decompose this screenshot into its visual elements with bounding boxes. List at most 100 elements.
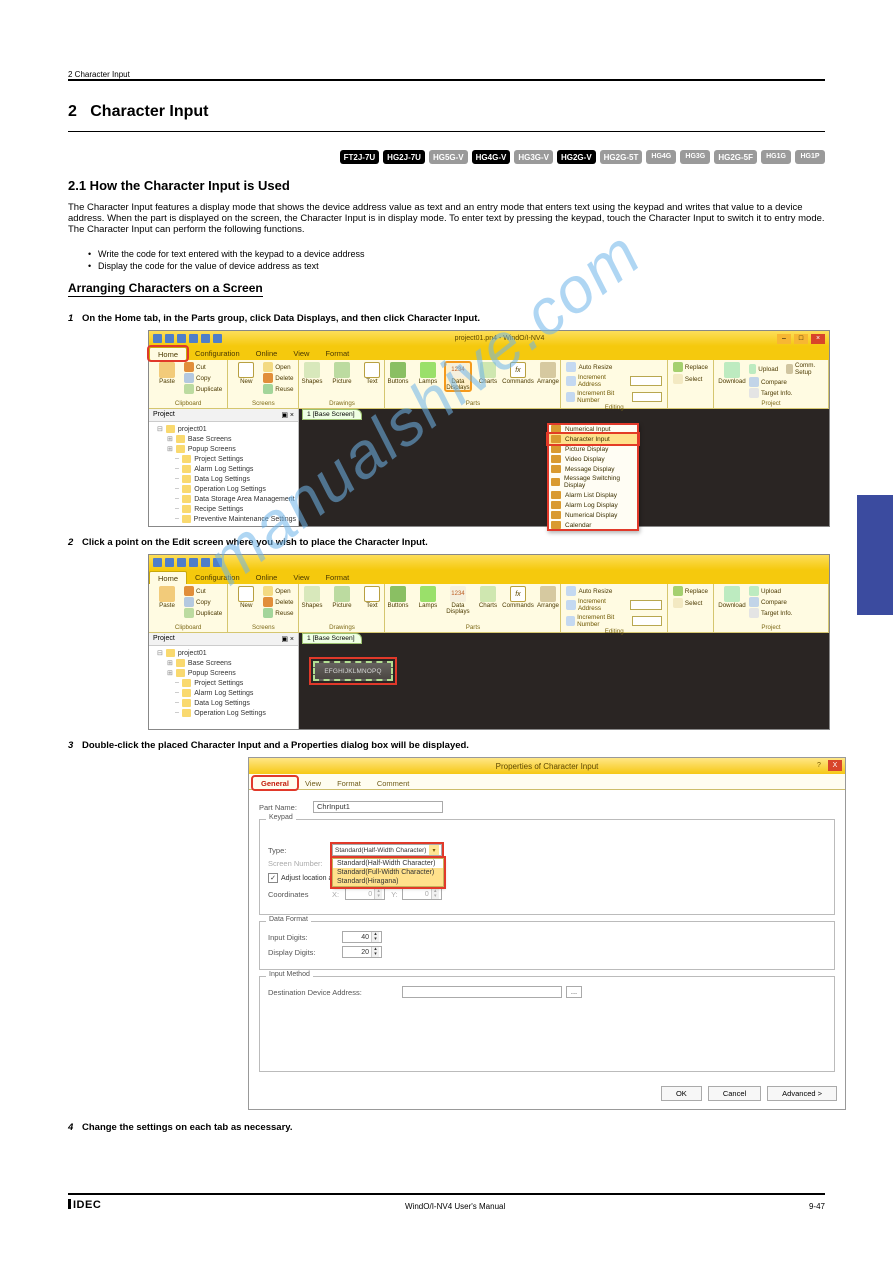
- tree-node[interactable]: ┈Project Settings: [151, 454, 296, 464]
- edit-canvas[interactable]: 1 [Base Screen] Numerical InputCharacter…: [299, 409, 829, 526]
- dropdown-item[interactable]: Numerical Input: [548, 424, 638, 434]
- close-icon[interactable]: ×: [811, 334, 825, 344]
- tree-node[interactable]: ┈Data Log Settings: [151, 474, 296, 484]
- ribbon-tabs: Home Configuration Online View Format: [149, 346, 829, 360]
- dropdown-item[interactable]: Message Switching Display: [548, 474, 638, 490]
- ribbon: Paste Cut Copy Duplicate Clipboard New O…: [149, 360, 829, 409]
- dropdown-item[interactable]: Alarm Log Display: [548, 500, 638, 510]
- type-combo-popup[interactable]: Standard(Half-Width Character)Standard(F…: [332, 858, 444, 887]
- procedure-head: Arranging Characters on a Screen: [68, 281, 263, 297]
- tab-format-prop[interactable]: Format: [329, 777, 369, 789]
- tab-home[interactable]: Home: [149, 347, 187, 360]
- tree-node[interactable]: ⊟project01: [151, 424, 296, 434]
- tab-view[interactable]: View: [285, 347, 317, 359]
- cut-button[interactable]: Cut: [184, 362, 222, 372]
- dropdown-item[interactable]: Numerical Display: [548, 510, 638, 520]
- character-input-placed[interactable]: EFGHIJKLMNOPQ: [313, 661, 393, 681]
- combo-option[interactable]: Standard(Half-Width Character): [333, 859, 443, 868]
- step-4: 4Change the settings on each tab as nece…: [68, 1122, 825, 1133]
- shapes-button[interactable]: Shapes: [299, 362, 325, 385]
- model-badge: HG1G: [761, 150, 791, 164]
- tree-node[interactable]: ┈Recipe Settings: [151, 504, 296, 514]
- reuse-screen-button[interactable]: Reuse: [263, 384, 293, 394]
- tab-comment[interactable]: Comment: [369, 777, 418, 789]
- increment-address-field[interactable]: Increment Address: [566, 374, 661, 388]
- lamps-button[interactable]: Lamps: [415, 362, 441, 385]
- tree-node[interactable]: ┈Operation Log Settings: [151, 708, 296, 718]
- screen-tab[interactable]: 1 [Base Screen]: [302, 409, 362, 420]
- tree-node[interactable]: ⊞Base Screens: [151, 434, 296, 444]
- commands-button[interactable]: fxCommands: [505, 362, 531, 385]
- tree-node[interactable]: ⊟project01: [151, 648, 296, 658]
- tab-home-2[interactable]: Home: [149, 571, 187, 584]
- download-button[interactable]: Download: [719, 362, 745, 385]
- tab-online[interactable]: Online: [248, 347, 286, 359]
- dropdown-item[interactable]: Calendar: [548, 520, 638, 530]
- maximize-icon[interactable]: □: [794, 334, 808, 344]
- tab-format[interactable]: Format: [317, 347, 357, 359]
- delete-screen-button[interactable]: Delete: [263, 373, 293, 383]
- tree-node[interactable]: ┈Operation Log Settings: [151, 484, 296, 494]
- help-icon[interactable]: ?: [813, 760, 825, 771]
- section-title: 2 Character Input: [68, 103, 825, 121]
- dropdown-item[interactable]: Video Display: [548, 454, 638, 464]
- cancel-button[interactable]: Cancel: [708, 1086, 761, 1101]
- minimize-icon[interactable]: –: [777, 334, 791, 344]
- advanced-button[interactable]: Advanced >: [767, 1086, 837, 1101]
- ok-button[interactable]: OK: [661, 1086, 702, 1101]
- combo-option[interactable]: Standard(Hiragana): [333, 877, 443, 886]
- dropdown-item[interactable]: Character Input: [548, 434, 638, 444]
- buttons-button[interactable]: Buttons: [385, 362, 411, 385]
- new-screen-button[interactable]: New: [233, 362, 259, 385]
- close-icon[interactable]: X: [828, 760, 842, 771]
- tree-node[interactable]: ⊞Popup Screens: [151, 668, 296, 678]
- tab-general[interactable]: General: [253, 777, 297, 789]
- arrange-button[interactable]: Arrange: [535, 362, 561, 385]
- dest-device-input[interactable]: [402, 986, 562, 998]
- type-combo[interactable]: Standard(Half-Width Character)▾: [332, 844, 442, 856]
- model-badge: HG5G-V: [429, 150, 468, 164]
- group-drawings: Shapes Picture Text Drawings: [299, 360, 385, 408]
- chevron-down-icon[interactable]: ▾: [429, 845, 439, 855]
- coord-x-input[interactable]: 0▴▾: [345, 888, 385, 900]
- tree-node[interactable]: ┈Preventive Maintenance Settings: [151, 514, 296, 524]
- tree-node[interactable]: ┈Alarm Log Settings: [151, 688, 296, 698]
- paste-button[interactable]: Paste: [154, 362, 180, 385]
- dropdown-item[interactable]: Picture Display: [548, 444, 638, 454]
- auto-resize-check[interactable]: Auto Resize: [566, 362, 612, 372]
- tree-node[interactable]: ┈Data Storage Area Management: [151, 494, 296, 504]
- tree-node[interactable]: ⊞Popup Screens: [151, 444, 296, 454]
- duplicate-button[interactable]: Duplicate: [184, 384, 222, 394]
- increment-bit-field[interactable]: Increment Bit Number: [566, 390, 661, 404]
- step-1: 1On the Home tab, in the Parts group, cl…: [68, 313, 825, 324]
- tree-node[interactable]: ⊞Base Screens: [151, 658, 296, 668]
- tree-node[interactable]: ┈Alarm Log Settings: [151, 464, 296, 474]
- header-left: 2 Character Input: [68, 70, 130, 79]
- replace-button[interactable]: Replace: [673, 362, 708, 372]
- combo-option[interactable]: Standard(Full-Width Character): [333, 868, 443, 877]
- display-digits-input[interactable]: 20▴▾: [342, 946, 382, 958]
- data-displays-dropdown[interactable]: Numerical InputCharacter InputPicture Di…: [547, 423, 639, 531]
- tree-node[interactable]: ┈Data Log Settings: [151, 698, 296, 708]
- browse-button[interactable]: ...: [566, 986, 582, 998]
- tree-node[interactable]: ┈Project Settings: [151, 678, 296, 688]
- select-button[interactable]: Select: [673, 374, 703, 384]
- coord-y-input[interactable]: 0▴▾: [402, 888, 442, 900]
- copy-button[interactable]: Copy: [184, 373, 222, 383]
- part-name-input[interactable]: ChrInput1: [313, 801, 443, 813]
- target-info-button[interactable]: Target Info.: [749, 388, 823, 398]
- adjust-check[interactable]: ✓: [268, 873, 278, 883]
- dropdown-item[interactable]: Alarm List Display: [548, 490, 638, 500]
- picture-button[interactable]: Picture: [329, 362, 355, 385]
- upload-button[interactable]: Upload Comm. Setup: [749, 362, 823, 376]
- edit-canvas-2[interactable]: 1 [Base Screen] EFGHIJKLMNOPQ: [299, 633, 829, 729]
- tab-configuration[interactable]: Configuration: [187, 347, 248, 359]
- open-screen-button[interactable]: Open: [263, 362, 293, 372]
- text-button[interactable]: Text: [359, 362, 385, 385]
- charts-button[interactable]: Charts: [475, 362, 501, 385]
- dropdown-item[interactable]: Message Display: [548, 464, 638, 474]
- tab-view[interactable]: View: [297, 777, 329, 789]
- data-displays-button[interactable]: 1234Data Displays: [445, 362, 471, 391]
- compare-button[interactable]: Compare: [749, 377, 823, 387]
- input-digits-input[interactable]: 40▴▾: [342, 931, 382, 943]
